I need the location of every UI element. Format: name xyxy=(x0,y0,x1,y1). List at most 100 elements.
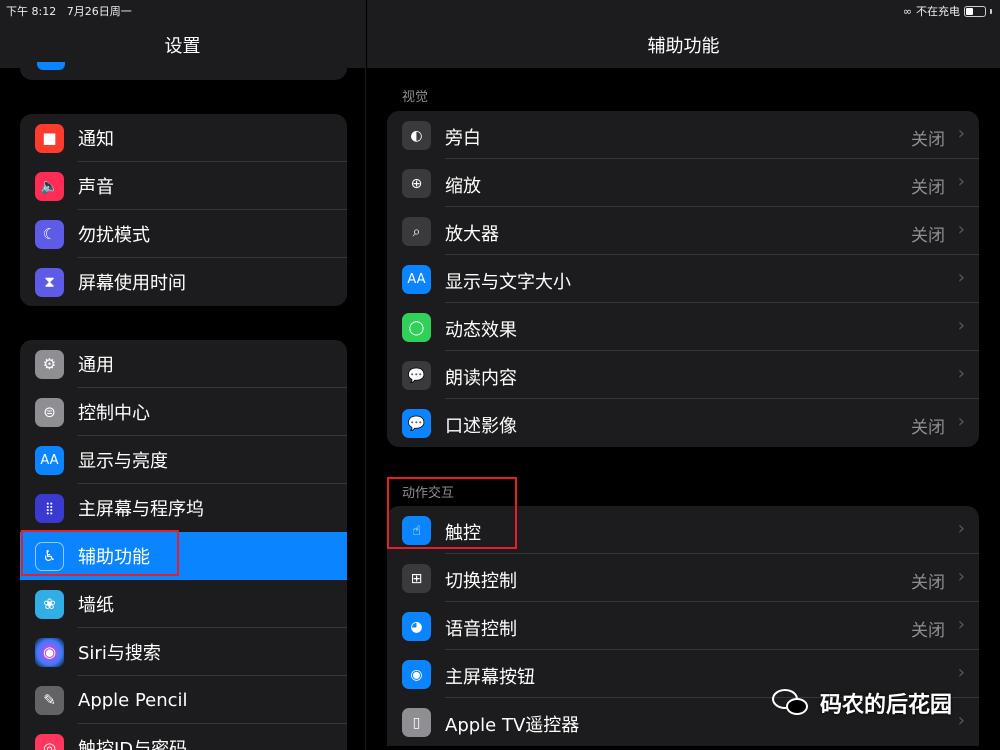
watermark-text: 码农的后花园 xyxy=(820,693,953,718)
sidebar-title: 设置 xyxy=(164,36,201,57)
row-label: 语音控制 xyxy=(445,619,517,640)
sidebar-item-label: Siri与搜索 xyxy=(78,643,161,664)
highlight-box-touch xyxy=(387,477,517,549)
gear-icon: ⚙ xyxy=(35,349,64,379)
sidebar-item-screen-time[interactable]: ⧗ 屏幕使用时间 xyxy=(20,258,347,306)
status-time: 下午 8:12 xyxy=(6,5,57,18)
detail-title: 辅助功能 xyxy=(647,36,720,57)
row-motion[interactable]: ◯ 动态效果 › xyxy=(387,303,979,351)
home-button-icon: ◉ xyxy=(402,660,431,689)
motion-icon: ◯ xyxy=(402,313,431,342)
voiceover-icon: ◐ xyxy=(402,121,431,150)
row-switch-control[interactable]: ⊞ 切换控制 关闭 › xyxy=(387,554,979,602)
pencil-icon: ✎ xyxy=(35,685,64,715)
row-value: 关闭 xyxy=(911,418,945,438)
flower-icon: ❀ xyxy=(35,589,64,619)
chevron-right-icon: › xyxy=(957,411,965,432)
voice-control-icon: ◕ xyxy=(402,612,431,641)
sidebar-item-label: 勿扰模式 xyxy=(78,225,150,246)
audio-description-icon: 💬 xyxy=(402,409,431,438)
zoom-icon: ⊕ xyxy=(402,169,431,198)
highlight-box-accessibility xyxy=(21,530,179,576)
chevron-right-icon: › xyxy=(957,123,965,144)
sidebar-item-general[interactable]: ⚙ 通用 xyxy=(20,340,347,388)
sidebar-item-sounds[interactable]: 🔈 声音 xyxy=(20,162,347,210)
vision-group: ◐ 旁白 关闭 › ⊕ 缩放 关闭 › ⌕ 放大器 关闭 › AA 显示与文字大… xyxy=(387,111,979,447)
row-label: 放大器 xyxy=(445,224,499,245)
status-right: ∞ 不在充电 xyxy=(903,3,992,19)
watermark: 码农的后花园 xyxy=(770,687,952,719)
sidebar-item-notifications[interactable]: ■ 通知 xyxy=(20,114,347,162)
row-value: 关闭 xyxy=(911,226,945,246)
sidebar-item-control-center[interactable]: ⊜ 控制中心 xyxy=(20,388,347,436)
sidebar-item-display[interactable]: AA 显示与亮度 xyxy=(20,436,347,484)
row-label: 动态效果 xyxy=(445,320,517,341)
siri-icon: ◉ xyxy=(35,637,64,667)
settings-sidebar: 设置 ■ 通知 🔈 声音 ☾ 勿扰模式 ⧗ 屏幕使用时间 ⚙ 通用 ⊜ 控制中心… xyxy=(0,0,366,750)
row-audio-descriptions[interactable]: 💬 口述影像 关闭 › xyxy=(387,399,979,447)
section-header-vision: 视觉 xyxy=(402,90,429,105)
sidebar-group-partial xyxy=(20,58,347,80)
charging-status: 不在充电 xyxy=(916,5,960,18)
accessibility-detail-pane: 辅助功能 视觉 ◐ 旁白 关闭 › ⊕ 缩放 关闭 › ⌕ 放大器 关闭 › A… xyxy=(367,0,1000,750)
sidebar-item-dnd[interactable]: ☾ 勿扰模式 xyxy=(20,210,347,258)
text-size-icon: AA xyxy=(402,265,431,294)
moon-icon: ☾ xyxy=(35,219,64,249)
row-label: 切换控制 xyxy=(445,571,517,592)
sidebar-item-label: 控制中心 xyxy=(78,403,150,424)
wechat-icon xyxy=(770,687,812,719)
row-spoken-content[interactable]: 💬 朗读内容 › xyxy=(387,351,979,399)
sidebar-group-1: ■ 通知 🔈 声音 ☾ 勿扰模式 ⧗ 屏幕使用时间 xyxy=(20,114,347,306)
hourglass-icon: ⧗ xyxy=(35,267,64,297)
sidebar-item-label: 通用 xyxy=(78,355,114,376)
row-value: 关闭 xyxy=(911,573,945,593)
chevron-right-icon: › xyxy=(957,518,965,539)
toggles-icon: ⊜ xyxy=(35,397,64,427)
notification-icon: ■ xyxy=(35,123,64,153)
sidebar-item-touch-id[interactable]: ◎ 触控ID与密码 xyxy=(20,724,347,750)
row-label: 口述影像 xyxy=(445,416,517,437)
row-label: Apple TV遥控器 xyxy=(445,715,580,736)
row-label: 缩放 xyxy=(445,176,481,197)
row-label: 旁白 xyxy=(445,128,481,149)
fingerprint-icon: ◎ xyxy=(35,733,64,750)
row-voice-control[interactable]: ◕ 语音控制 关闭 › xyxy=(387,602,979,650)
row-label: 显示与文字大小 xyxy=(445,272,571,293)
row-display-text-size[interactable]: AA 显示与文字大小 › xyxy=(387,255,979,303)
sidebar-item-label: 显示与亮度 xyxy=(78,451,168,472)
row-voiceover[interactable]: ◐ 旁白 关闭 › xyxy=(387,111,979,159)
chevron-right-icon: › xyxy=(957,363,965,384)
sidebar-item-label: Apple Pencil xyxy=(78,689,188,711)
sidebar-item-label: 通知 xyxy=(78,129,114,150)
chevron-right-icon: › xyxy=(957,566,965,587)
row-value: 关闭 xyxy=(911,621,945,641)
chevron-right-icon: › xyxy=(957,267,965,288)
row-value: 关闭 xyxy=(911,130,945,150)
status-date: 7月26日周一 xyxy=(66,5,132,18)
speech-bubble-icon: 💬 xyxy=(402,361,431,390)
status-time-date: 下午 8:12 7月26日周一 xyxy=(6,3,132,19)
chevron-right-icon: › xyxy=(957,710,965,731)
chevron-right-icon: › xyxy=(957,219,965,240)
sidebar-item-label: 屏幕使用时间 xyxy=(78,273,186,294)
magnifier-icon: ⌕ xyxy=(402,217,431,246)
battery-icon xyxy=(964,5,986,17)
sidebar-item-apple-pencil[interactable]: ✎ Apple Pencil xyxy=(20,676,347,724)
status-bar: 下午 8:12 7月26日周一 ∞ 不在充电 xyxy=(0,0,1000,20)
row-magnifier[interactable]: ⌕ 放大器 关闭 › xyxy=(387,207,979,255)
row-zoom[interactable]: ⊕ 缩放 关闭 › xyxy=(387,159,979,207)
sidebar-item-label: 触控ID与密码 xyxy=(78,739,188,750)
row-label: 朗读内容 xyxy=(445,368,517,389)
home-grid-icon: ⣿ xyxy=(35,493,64,523)
chevron-right-icon: › xyxy=(957,171,965,192)
sidebar-item-label: 墙纸 xyxy=(78,595,114,616)
text-size-icon: AA xyxy=(35,445,64,475)
sidebar-item-siri[interactable]: ◉ Siri与搜索 xyxy=(20,628,347,676)
remote-icon: ▯ xyxy=(402,708,431,737)
row-label: 主屏幕按钮 xyxy=(445,667,535,688)
sidebar-item-wallpaper[interactable]: ❀ 墙纸 xyxy=(20,580,347,628)
link-icon: ∞ xyxy=(902,4,912,18)
chevron-right-icon: › xyxy=(957,614,965,635)
row-value: 关闭 xyxy=(911,178,945,198)
sidebar-item-home-screen[interactable]: ⣿ 主屏幕与程序坞 xyxy=(20,484,347,532)
